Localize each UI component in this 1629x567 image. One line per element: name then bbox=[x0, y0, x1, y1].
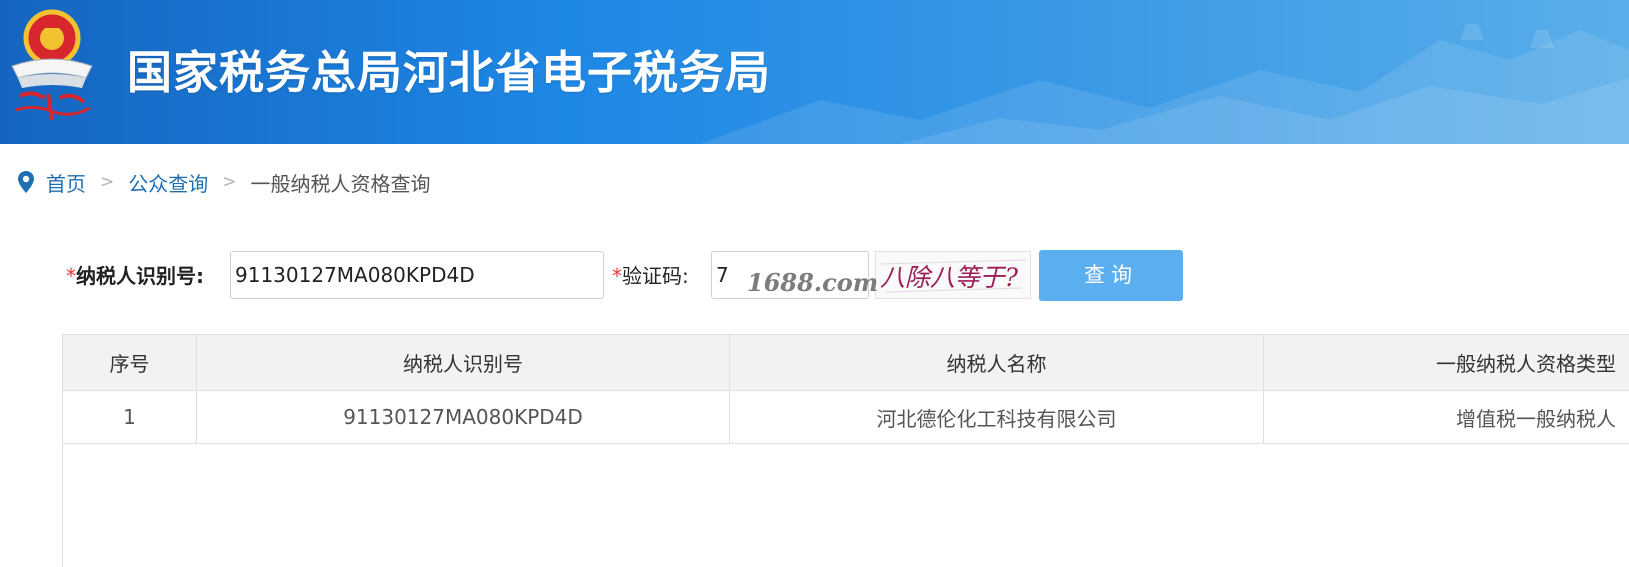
captcha-label: *验证码: bbox=[612, 263, 689, 289]
table-header-row: 序号 纳税人识别号 纳税人名称 一般纳税人资格类型 bbox=[63, 335, 1629, 391]
results-table: 序号 纳税人识别号 纳税人名称 一般纳税人资格类型 1 91130127MA08… bbox=[62, 334, 1629, 567]
breadcrumb: 首页 > 公众查询 > 一般纳税人资格查询 bbox=[18, 168, 431, 196]
location-pin-icon bbox=[18, 171, 34, 193]
breadcrumb-public-query-link[interactable]: 公众查询 bbox=[128, 168, 208, 197]
taxid-label-text: 纳税人识别号: bbox=[76, 264, 204, 288]
taxid-input[interactable]: 91130127MA080KPD4D bbox=[230, 251, 604, 299]
taxid-label: *纳税人识别号: bbox=[66, 263, 204, 289]
watermark-text: 1688.com bbox=[747, 268, 878, 297]
breadcrumb-current: 一般纳税人资格查询 bbox=[250, 171, 431, 196]
query-button[interactable]: 查询 bbox=[1039, 250, 1183, 301]
column-header-index: 序号 bbox=[63, 335, 197, 390]
required-marker: * bbox=[612, 264, 622, 288]
breadcrumb-separator: > bbox=[222, 172, 237, 192]
column-header-qualification-type: 一般纳税人资格类型 bbox=[1436, 352, 1616, 376]
watermark: 1688.com bbox=[747, 268, 878, 297]
cell-name: 河北德伦化工科技有限公司 bbox=[730, 391, 1264, 443]
cell-taxid: 91130127MA080KPD4D bbox=[197, 391, 730, 443]
captcha-label-text: 验证码: bbox=[622, 264, 689, 288]
cell-index: 1 bbox=[63, 391, 197, 443]
cell-qualification-type: 增值税一般纳税人 bbox=[1456, 406, 1616, 431]
column-header-name: 纳税人名称 bbox=[730, 335, 1264, 390]
breadcrumb-separator: > bbox=[100, 172, 115, 192]
national-tax-emblem-icon bbox=[11, 9, 93, 121]
required-marker: * bbox=[66, 264, 76, 288]
captcha-image[interactable]: 八除八等于? bbox=[875, 251, 1031, 299]
breadcrumb-home-link[interactable]: 首页 bbox=[46, 168, 86, 197]
header-banner: 国家税务总局河北省电子税务局 bbox=[0, 0, 1629, 144]
table-row: 1 91130127MA080KPD4D 河北德伦化工科技有限公司 增值税一般纳… bbox=[63, 391, 1629, 444]
captcha-challenge-text: 八除八等于? bbox=[880, 263, 1019, 292]
site-title: 国家税务总局河北省电子税务局 bbox=[127, 46, 772, 99]
column-header-taxid: 纳税人识别号 bbox=[197, 335, 730, 390]
